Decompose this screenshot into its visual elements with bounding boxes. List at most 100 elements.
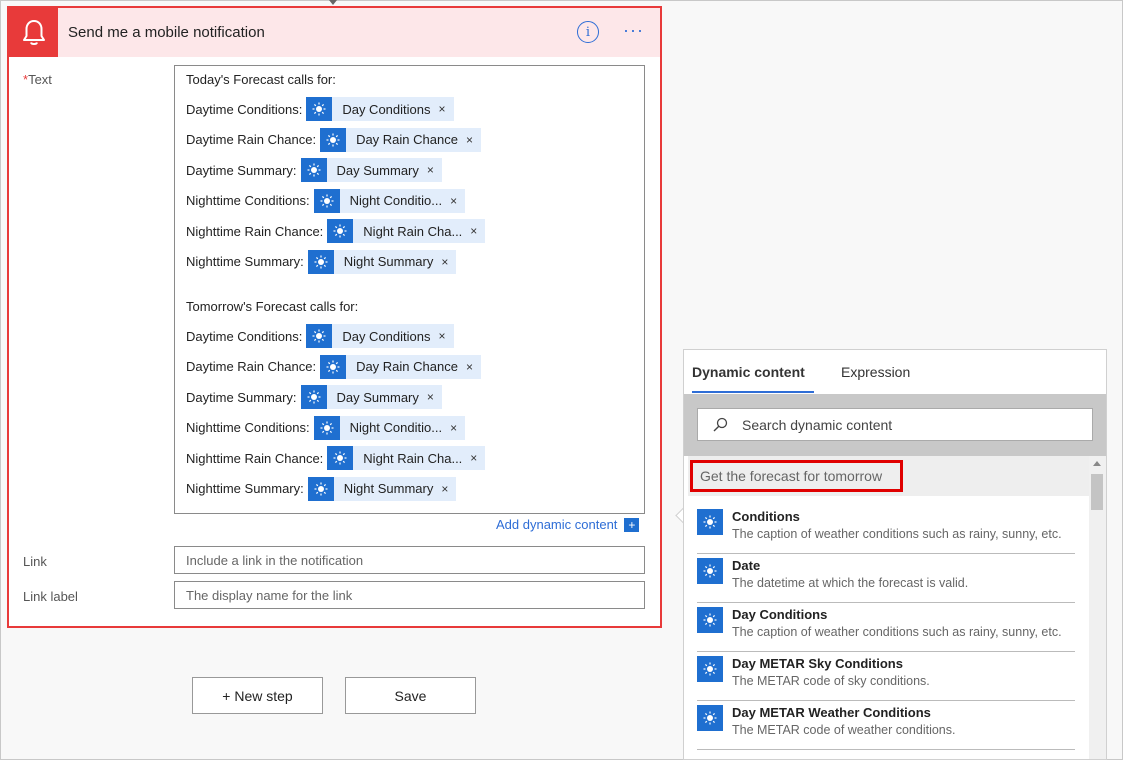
tab-dynamic-content[interactable]: Dynamic content: [692, 364, 805, 380]
text-line-label: Daytime Rain Chance:: [186, 359, 317, 375]
item-name: Day METAR Sky Conditions: [732, 656, 903, 671]
connector-arrow: [329, 0, 337, 5]
item-name: Day Conditions: [732, 607, 828, 622]
remove-token-icon[interactable]: ×: [470, 451, 477, 465]
text-line: Daytime Conditions: Day Conditions ×: [186, 94, 644, 125]
bell-icon: [9, 8, 58, 57]
dynamic-content-list: Conditions The caption of weather conditi…: [697, 505, 1075, 750]
dynamic-content-panel: Dynamic content Expression Search dynami…: [683, 349, 1107, 760]
dynamic-token[interactable]: Day Rain Chance ×: [320, 354, 481, 379]
text-input[interactable]: Today's Forecast calls for: Daytime Condi…: [174, 65, 645, 514]
dynamic-content-item[interactable]: Day METAR Sky Conditions The METAR code o…: [697, 652, 1075, 701]
dynamic-content-item[interactable]: Conditions The caption of weather conditi…: [697, 505, 1075, 554]
item-description: The datetime at which the forecast is va…: [732, 576, 969, 590]
link-label-field-label: Link label: [23, 589, 78, 604]
text-line-label: Nighttime Rain Chance:: [186, 450, 324, 466]
sun-icon: [697, 509, 723, 535]
dynamic-token[interactable]: Night Rain Cha... ×: [327, 446, 486, 471]
add-dynamic-content-link[interactable]: Add dynamic content +: [496, 517, 640, 532]
remove-token-icon[interactable]: ×: [441, 255, 448, 269]
item-description: The METAR code of weather conditions.: [732, 723, 956, 737]
text-line-label: Nighttime Conditions:: [186, 420, 310, 436]
scroll-up-icon[interactable]: [1093, 461, 1101, 466]
item-description: The caption of weather conditions such a…: [732, 625, 1062, 639]
remove-token-icon[interactable]: ×: [427, 163, 434, 177]
text-line-label: Nighttime Rain Chance:: [186, 223, 324, 239]
item-name: Conditions: [732, 509, 800, 524]
card-title: Send me a mobile notification: [68, 24, 265, 41]
text-line: Nighttime Summary: Night Summary ×: [186, 247, 644, 278]
link-label-input[interactable]: The display name for the link: [174, 581, 645, 609]
text-line-label: Daytime Rain Chance:: [186, 132, 317, 148]
sun-icon: [320, 127, 347, 152]
search-input[interactable]: Search dynamic content: [697, 408, 1093, 441]
dynamic-token[interactable]: Day Conditions ×: [306, 97, 454, 122]
dynamic-content-item[interactable]: Day METAR Weather Conditions The METAR co…: [697, 701, 1075, 750]
dynamic-token[interactable]: Day Summary ×: [300, 158, 442, 183]
info-icon[interactable]: i: [577, 21, 599, 43]
sun-icon: [327, 446, 354, 471]
dynamic-token[interactable]: Night Conditio... ×: [313, 188, 466, 213]
remove-token-icon[interactable]: ×: [466, 360, 473, 374]
scrollbar[interactable]: [1089, 456, 1106, 759]
item-name: Date: [732, 558, 761, 573]
add-dynamic-content-label: Add dynamic content: [496, 517, 618, 532]
remove-token-icon[interactable]: ×: [466, 133, 473, 147]
text-line: Nighttime Conditions: Night Conditio... ×: [186, 186, 644, 217]
dynamic-token[interactable]: Night Summary ×: [307, 249, 457, 274]
remove-token-icon[interactable]: ×: [438, 102, 445, 116]
dynamic-token[interactable]: Day Summary ×: [300, 385, 442, 410]
token-label: Night Rain Cha...: [363, 450, 463, 466]
sun-icon: [307, 249, 334, 274]
sun-icon: [313, 415, 340, 440]
remove-token-icon[interactable]: ×: [470, 224, 477, 238]
token-label: Day Conditions: [342, 328, 431, 344]
remove-token-icon[interactable]: ×: [450, 194, 457, 208]
sun-icon: [697, 656, 723, 682]
dynamic-token[interactable]: Day Conditions ×: [306, 324, 454, 349]
text-line-label: Nighttime Conditions:: [186, 193, 310, 209]
more-options-icon[interactable]: ···: [623, 20, 644, 41]
search-area: Search dynamic content: [684, 394, 1106, 456]
text-label: Text: [28, 72, 52, 87]
token-label: Night Conditio...: [349, 420, 443, 436]
dynamic-token[interactable]: Day Rain Chance ×: [320, 127, 481, 152]
text-line-label: Daytime Conditions:: [186, 101, 303, 117]
tab-expression[interactable]: Expression: [841, 364, 910, 380]
search-placeholder: Search dynamic content: [742, 416, 893, 433]
active-tab-underline: [692, 391, 814, 393]
text-line-label: Daytime Summary:: [186, 389, 297, 405]
save-button[interactable]: Save: [345, 677, 476, 714]
text-line: Tomorrow's Forecast calls for:: [186, 299, 644, 321]
sun-icon: [320, 354, 347, 379]
text-line-label: Daytime Conditions:: [186, 328, 303, 344]
link-input[interactable]: Include a link in the notification: [174, 546, 645, 574]
text-line: Nighttime Rain Chance: Night Rain Cha... ×: [186, 216, 644, 247]
token-label: Day Summary: [336, 389, 419, 405]
dynamic-token[interactable]: Night Summary ×: [307, 476, 457, 501]
remove-token-icon[interactable]: ×: [441, 482, 448, 496]
dynamic-token[interactable]: Night Conditio... ×: [313, 415, 466, 440]
remove-token-icon[interactable]: ×: [438, 329, 445, 343]
dynamic-content-item[interactable]: Day Conditions The caption of weather con…: [697, 603, 1075, 652]
dynamic-token[interactable]: Night Rain Cha... ×: [327, 219, 486, 244]
new-step-button[interactable]: + New step: [192, 677, 323, 714]
dynamic-content-item[interactable]: Date The datetime at which the forecast i…: [697, 554, 1075, 603]
item-description: The caption of weather conditions such a…: [732, 527, 1062, 541]
card-header[interactable]: Send me a mobile notification i ···: [9, 8, 660, 57]
text-line: [186, 277, 644, 299]
token-label: Day Rain Chance: [356, 132, 458, 148]
scroll-thumb[interactable]: [1091, 474, 1103, 510]
text-line: Nighttime Conditions: Night Conditio... ×: [186, 413, 644, 444]
link-field-label: Link: [23, 554, 47, 569]
token-label: Night Summary: [343, 481, 434, 497]
token-label: Night Conditio...: [349, 193, 443, 209]
section-header[interactable]: Get the forecast for tomorrow: [688, 456, 1089, 496]
remove-token-icon[interactable]: ×: [450, 421, 457, 435]
text-line: Daytime Summary: Day Summary ×: [186, 382, 644, 413]
remove-token-icon[interactable]: ×: [427, 390, 434, 404]
text-line: Daytime Rain Chance: Day Rain Chance ×: [186, 352, 644, 383]
section-title: Get the forecast for tomorrow: [690, 460, 903, 492]
token-label: Night Rain Cha...: [363, 223, 463, 239]
sun-icon: [306, 324, 333, 349]
